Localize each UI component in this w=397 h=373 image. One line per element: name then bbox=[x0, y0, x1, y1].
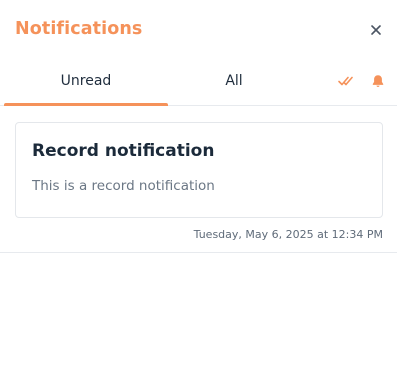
bell-icon[interactable] bbox=[370, 73, 386, 89]
notification-body: This is a record notification bbox=[32, 178, 215, 194]
double-check-icon[interactable] bbox=[337, 73, 353, 89]
notification-card[interactable]: Record notification This is a record not… bbox=[15, 122, 383, 218]
panel-title: Notifications bbox=[15, 19, 143, 39]
tab-bar: Unread All bbox=[0, 60, 397, 106]
tab-all[interactable]: All bbox=[168, 60, 300, 105]
tab-unread[interactable]: Unread bbox=[4, 60, 168, 106]
tab-unread-label: Unread bbox=[60, 73, 112, 89]
notification-timestamp: Tuesday, May 6, 2025 at 12:34 PM bbox=[193, 228, 383, 241]
notification-title: Record notification bbox=[32, 141, 215, 161]
tab-all-label: All bbox=[225, 73, 243, 89]
active-tab-indicator bbox=[4, 103, 168, 106]
panel-header: Notifications bbox=[15, 16, 383, 42]
notifications-panel: Notifications Unread All Record notifica… bbox=[0, 0, 397, 373]
close-icon[interactable] bbox=[369, 22, 383, 36]
divider bbox=[0, 252, 397, 253]
